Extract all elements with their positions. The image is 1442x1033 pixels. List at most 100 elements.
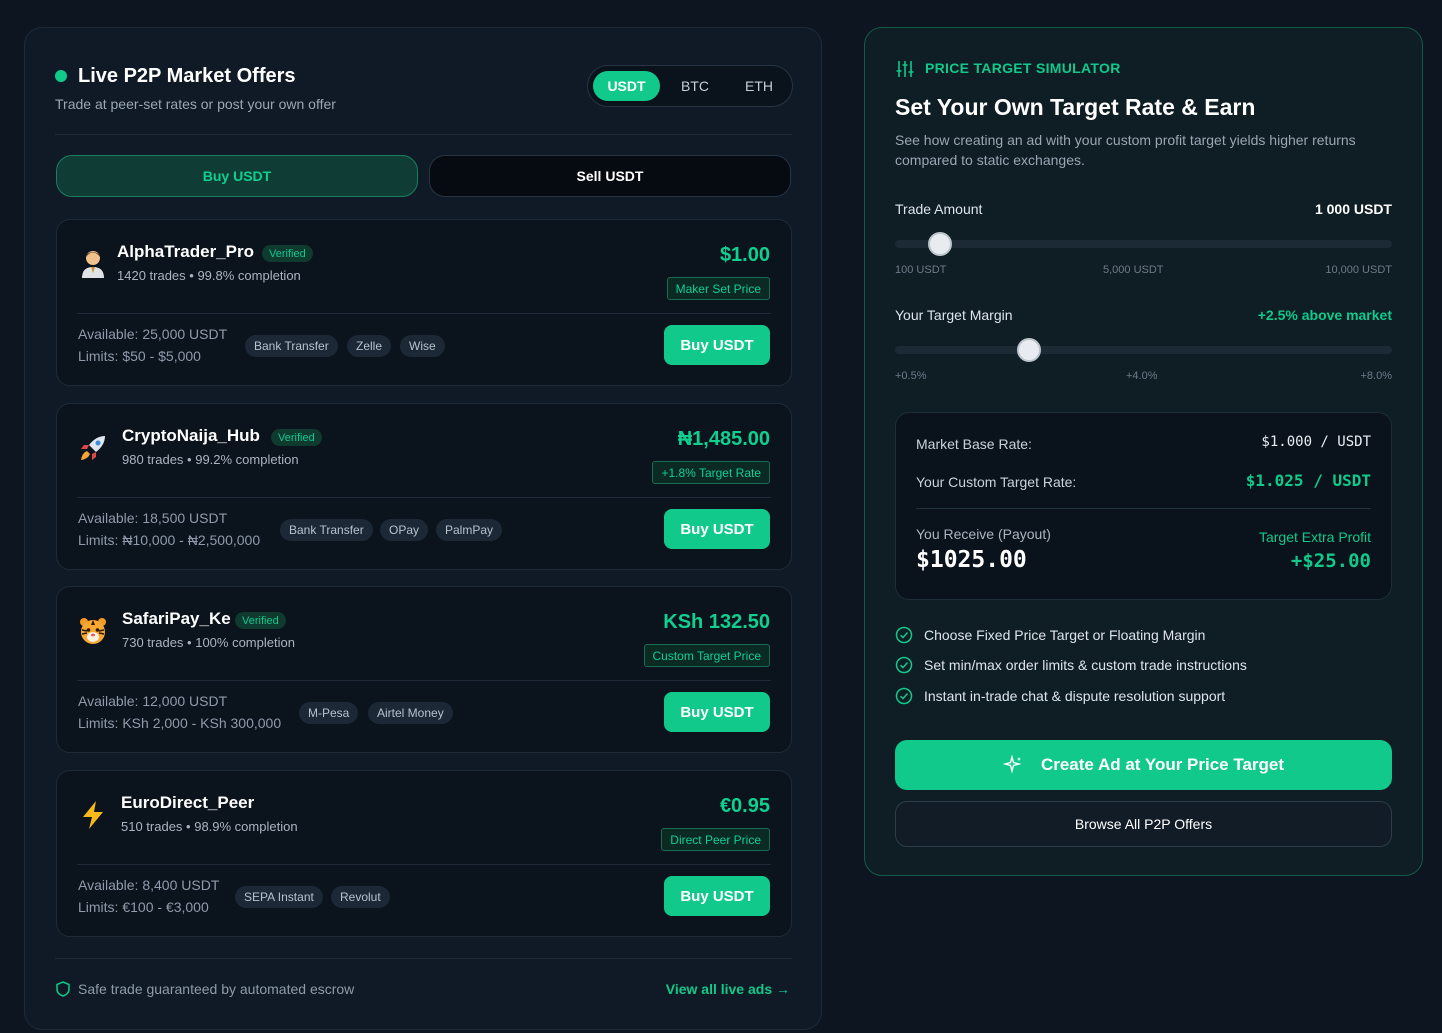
card-divider (77, 313, 771, 314)
target-margin-value: +2.5% above market (1257, 307, 1392, 323)
payment-method-chip: SEPA Instant (235, 886, 323, 908)
sparkle-icon (1002, 755, 1022, 774)
trade-amount-value: 1 000 USDT (1314, 201, 1392, 217)
trade-amount-slider[interactable] (895, 232, 1392, 256)
extra-profit-label: Target Extra Profit (1258, 529, 1371, 545)
feature-text: Set min/max order limits & custom trade … (924, 657, 1247, 673)
feature-item: Set min/max order limits & custom trade … (895, 656, 1247, 674)
price-target-simulator: PRICE TARGET SIMULATOR Set Your Own Targ… (864, 27, 1423, 876)
payment-method-chip: PalmPay (436, 519, 503, 541)
trader-name[interactable]: AlphaTrader_Pro (117, 242, 254, 262)
verified-badge: Verified (262, 245, 313, 262)
payout-calculator: Market Base Rate: $1.000 / USDT Your Cus… (895, 412, 1392, 600)
slider-tick-max: +8.0% (1360, 370, 1393, 382)
order-limits: Limits: €100 - €3,000 (78, 899, 209, 915)
footer-divider (55, 958, 792, 959)
create-ad-label: Create Ad at Your Price Target (1040, 755, 1285, 774)
check-circle-icon (895, 626, 913, 644)
price-tag: Maker Set Price (666, 277, 770, 300)
buy-usdt-button[interactable]: Buy USDT (664, 325, 770, 365)
price-tag: Direct Peer Price (661, 828, 770, 851)
buy-usdt-button[interactable]: Buy USDT (664, 692, 770, 732)
order-limits: Limits: $50 - $5,000 (78, 348, 201, 364)
target-margin-slider[interactable] (895, 338, 1392, 362)
slider-tick-min: +0.5% (895, 370, 927, 382)
payment-method-chip: Bank Transfer (280, 519, 373, 541)
available-amount: Available: 18,500 USDT (78, 510, 228, 526)
payment-method-chip: Wise (400, 335, 445, 357)
calc-divider (916, 508, 1371, 509)
price-tag: Custom Target Price (643, 644, 770, 667)
card-divider (77, 864, 771, 865)
trader-name[interactable]: EuroDirect_Peer (121, 793, 254, 813)
feature-item: Instant in-trade chat & dispute resoluti… (895, 687, 1225, 705)
order-limits: Limits: ₦10,000 - ₦2,500,000 (78, 532, 261, 548)
tab-sell[interactable]: Sell USDT (429, 155, 791, 197)
payout-value: $1025.00 (916, 547, 1027, 573)
available-amount: Available: 25,000 USDT (78, 326, 228, 342)
feature-item: Choose Fixed Price Target or Floating Ma… (895, 626, 1205, 644)
feature-text: Instant in-trade chat & dispute resoluti… (924, 688, 1226, 704)
market-base-value: $1.000 / USDT (1261, 434, 1371, 450)
trader-stats: 730 trades • 100% completion (122, 635, 295, 650)
available-amount: Available: 8,400 USDT (78, 877, 220, 893)
payment-method-chip: Revolut (331, 886, 390, 908)
price-tag: +1.8% Target Rate (652, 461, 770, 484)
sliders-icon (895, 59, 915, 84)
market-base-label: Market Base Rate: (916, 436, 1032, 452)
offer-price: $1.00 (719, 244, 770, 266)
trader-stats: 980 trades • 99.2% completion (122, 452, 299, 467)
available-amount: Available: 12,000 USDT (78, 693, 228, 709)
offer-card: AlphaTrader_Pro Verified 1420 trades • 9… (56, 219, 792, 386)
rocket-icon (77, 432, 109, 464)
verified-badge: Verified (235, 612, 286, 629)
escrow-text: Safe trade guaranteed by automated escro… (78, 981, 355, 997)
card-divider (77, 680, 771, 681)
asset-tab-eth[interactable]: ETH (728, 71, 790, 101)
live-indicator-dot (55, 70, 67, 82)
offer-card: EuroDirect_Peer 510 trades • 98.9% compl… (56, 770, 792, 937)
slider-tick-mid: +4.0% (1126, 370, 1158, 382)
payout-label: You Receive (Payout) (916, 526, 1051, 542)
card-divider (77, 497, 771, 498)
market-subtitle: Trade at peer-set rates or post your own… (55, 96, 336, 112)
verified-badge: Verified (271, 429, 322, 446)
create-ad-button[interactable]: Create Ad at Your Price Target (895, 740, 1392, 790)
payment-method-chip: M-Pesa (299, 702, 359, 724)
simulator-description: See how creating an ad with your custom … (895, 132, 1356, 168)
target-margin-label: Your Target Margin (895, 307, 1013, 323)
offer-price: KSh 132.50 (663, 611, 770, 633)
buy-usdt-button[interactable]: Buy USDT (664, 509, 770, 549)
view-all-link[interactable]: View all live ads → (666, 981, 790, 997)
market-title: Live P2P Market Offers (78, 65, 296, 87)
offer-price: €0.95 (719, 795, 770, 817)
market-offers-panel: Live P2P Market Offers Trade at peer-set… (24, 27, 822, 1030)
simulator-label: PRICE TARGET SIMULATOR (925, 60, 1121, 76)
payment-method-chip: OPay (380, 519, 429, 541)
shield-icon (56, 981, 70, 997)
feature-text: Choose Fixed Price Target or Floating Ma… (924, 627, 1206, 643)
payment-method-chip: Airtel Money (368, 702, 453, 724)
trade-amount-slider-thumb[interactable] (927, 232, 952, 256)
extra-profit-value: +$25.00 (1290, 550, 1371, 572)
custom-rate-value: $1.025 / USDT (1245, 471, 1371, 490)
tab-buy[interactable]: Buy USDT (56, 155, 418, 197)
person-icon (77, 248, 109, 280)
payment-method-chip: Bank Transfer (245, 335, 338, 357)
check-circle-icon (895, 687, 913, 705)
browse-offers-button[interactable]: Browse All P2P Offers (895, 801, 1392, 847)
simulator-title: Set Your Own Target Rate & Earn (895, 94, 1256, 120)
target-margin-slider-thumb[interactable] (1017, 338, 1042, 362)
escrow-note: Safe trade guaranteed by automated escro… (56, 981, 354, 997)
trader-name[interactable]: SafariPay_Ke (122, 609, 231, 629)
tiger-icon (77, 615, 109, 647)
payment-method-chip: Zelle (347, 335, 392, 357)
trader-name[interactable]: CryptoNaija_Hub (122, 426, 260, 446)
offer-price: ₦1,485.00 (677, 428, 770, 450)
slider-tick-max: 10,000 USDT (1325, 264, 1392, 276)
trader-stats: 1420 trades • 99.8% completion (117, 268, 301, 283)
asset-tab-usdt[interactable]: USDT (593, 71, 660, 101)
buy-usdt-button[interactable]: Buy USDT (664, 876, 770, 916)
order-limits: Limits: KSh 2,000 - KSh 300,000 (78, 715, 282, 731)
asset-tab-btc[interactable]: BTC (664, 71, 726, 101)
